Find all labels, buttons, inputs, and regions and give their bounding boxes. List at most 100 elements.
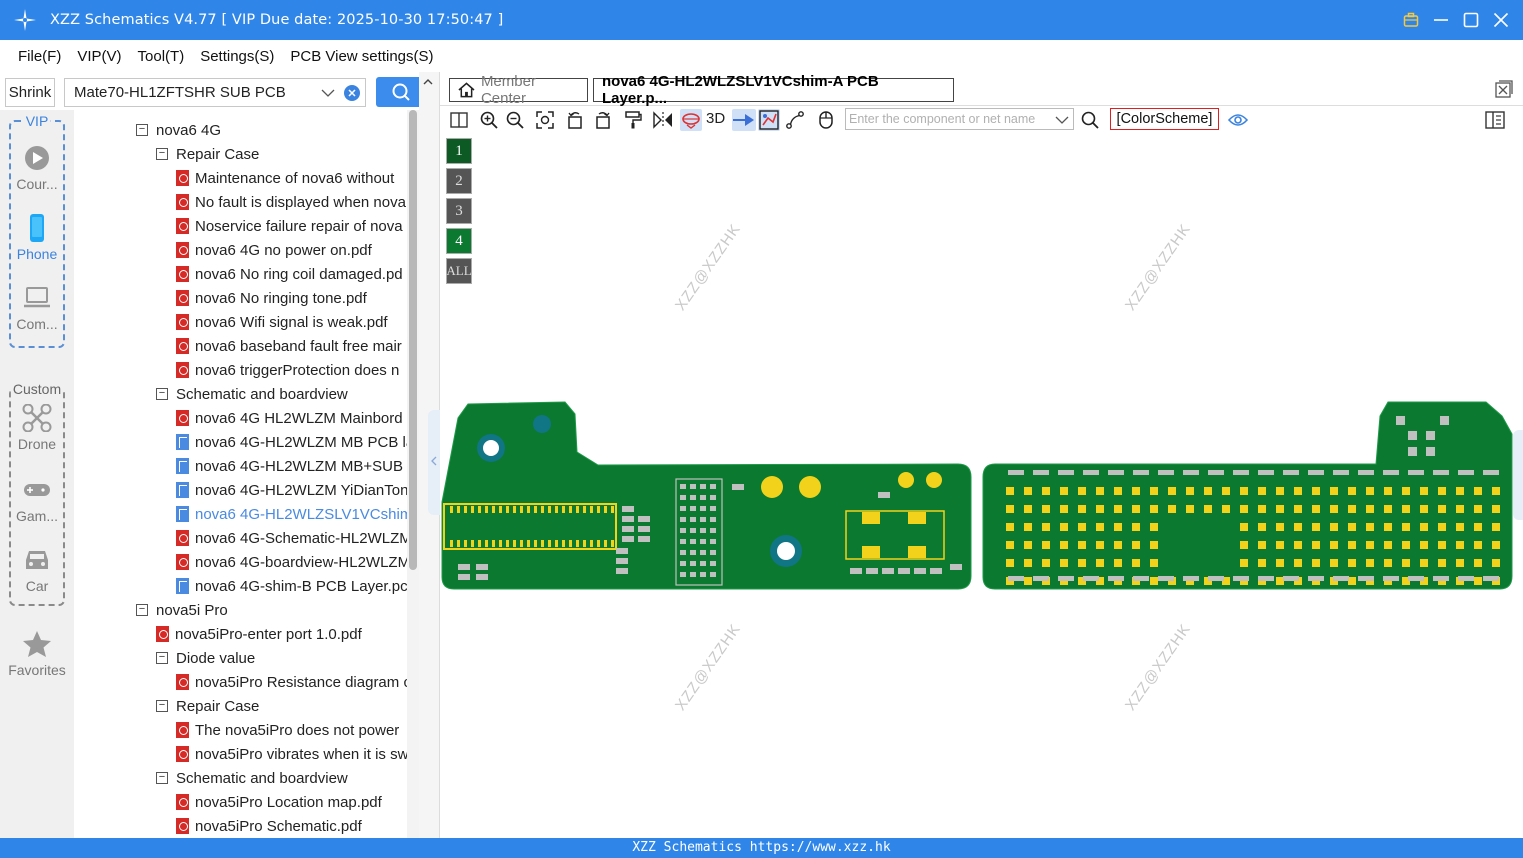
tree-file[interactable]: nova6 4G-HL2WLZM MB+SUB \ — [176, 454, 407, 478]
tree-file[interactable]: nova6 4G no power on.pdf — [176, 238, 372, 262]
connector-pin — [492, 506, 495, 513]
close-all-tabs-icon[interactable] — [1495, 80, 1513, 98]
chevron-up-icon[interactable] — [422, 76, 434, 88]
tree-scrollbar-thumb[interactable] — [409, 110, 417, 570]
tree-file[interactable]: nova5iPro-enter port 1.0.pdf — [156, 622, 362, 646]
tree-folder[interactable]: − nova5i Pro — [136, 598, 228, 622]
menu-pcb-view-settings[interactable]: PCB View settings(S) — [290, 48, 433, 65]
visibility-button[interactable] — [1227, 109, 1249, 131]
grid-pad — [1294, 541, 1302, 549]
side-panel-toggle-button[interactable] — [1484, 109, 1506, 131]
rail-item-phone[interactable]: Phone — [0, 214, 74, 262]
connector-pin — [597, 540, 600, 547]
tree-file[interactable]: nova6 No ringing tone.pdf — [176, 286, 367, 310]
clear-search-button[interactable] — [344, 85, 360, 101]
collapse-right-handle[interactable] — [1513, 430, 1523, 520]
net-search-input[interactable] — [849, 112, 1049, 126]
color-scheme-button[interactable]: [ColorScheme] — [1110, 108, 1219, 130]
tree-file[interactable]: nova5iPro Resistance diagram c — [176, 670, 407, 694]
ic-pin — [700, 528, 706, 533]
zoom-out-button[interactable] — [504, 109, 526, 131]
shrink-button[interactable]: Shrink — [5, 78, 55, 107]
maximize-button[interactable] — [1463, 12, 1479, 28]
pin-select-button[interactable] — [732, 109, 756, 131]
rotate-left-button[interactable] — [564, 109, 586, 131]
rail-item-computer[interactable]: Com... — [0, 284, 74, 332]
ic-pin — [710, 484, 716, 489]
tree-folder[interactable]: − Repair Case — [156, 142, 259, 166]
tree-folder[interactable]: − Schematic and boardview — [156, 766, 348, 790]
tree-folder[interactable]: − nova6 4G — [136, 118, 221, 142]
tree-label: nova6 4G-HL2WLZM MB+SUB \ — [195, 457, 407, 475]
format-painter-button[interactable] — [622, 109, 644, 131]
rail-item-game[interactable]: Gam... — [0, 476, 74, 524]
tab-pcb-file[interactable]: nova6 4G-HL2WLZSLV1VCshim-A PCB Layer.p.… — [593, 73, 954, 107]
tree-file[interactable]: nova6 triggerProtection does n — [176, 358, 399, 382]
flip-board-button[interactable] — [680, 109, 702, 131]
pcb-board-drawing[interactable] — [440, 134, 1523, 838]
tree-scrollbar[interactable] — [407, 110, 419, 838]
close-button[interactable] — [1493, 12, 1509, 28]
net-highlight-button[interactable] — [758, 109, 780, 131]
rail-item-drone[interactable]: Drone — [0, 404, 74, 452]
silk-mark — [1433, 470, 1449, 475]
silk-mark — [1396, 416, 1405, 425]
chevron-down-icon[interactable] — [321, 86, 335, 100]
fit-view-button[interactable] — [534, 109, 556, 131]
tree-file[interactable]: nova6 Wifi signal is weak.pdf — [176, 310, 388, 334]
model-search-input[interactable] — [74, 84, 314, 101]
tree-file[interactable]: nova6 baseband fault free mair — [176, 334, 402, 358]
menu-settings[interactable]: Settings(S) — [200, 48, 274, 65]
mouse-mode-button[interactable] — [815, 109, 837, 131]
grid-pad — [1420, 505, 1428, 513]
rail-item-car[interactable]: Car — [0, 546, 74, 594]
tree-file[interactable]: nova6 4G-HL2WLZM MB PCB la — [176, 430, 407, 454]
search-button[interactable] — [376, 77, 425, 107]
tree-file[interactable]: nova6 4G-boardview-HL2WLZM — [176, 550, 407, 574]
menu-vip[interactable]: VIP(V) — [77, 48, 121, 65]
collapse-left-handle[interactable] — [428, 410, 440, 515]
tree-file[interactable]: nova5iPro Schematic.pdf — [176, 814, 362, 838]
phone-icon — [30, 214, 44, 242]
tree-folder[interactable]: − Repair Case — [156, 694, 259, 718]
tree-file[interactable]: nova6 No ring coil damaged.pd — [176, 262, 403, 286]
rotate-right-button[interactable] — [592, 109, 614, 131]
menu-tool[interactable]: Tool(T) — [138, 48, 185, 65]
tab-member-center[interactable]: Member Center — [449, 73, 588, 107]
mirror-button[interactable] — [652, 109, 674, 131]
chevron-down-icon[interactable] — [1055, 113, 1069, 127]
tree-file[interactable]: nova6 4G-Schematic-HL2WLZM — [176, 526, 407, 550]
minimize-button[interactable] — [1433, 12, 1449, 28]
route-trace-button[interactable] — [784, 109, 806, 131]
rail-item-favorites[interactable]: Favorites — [0, 630, 74, 678]
tree-file[interactable]: nova5iPro vibrates when it is sw — [176, 742, 407, 766]
3d-view-button[interactable]: 3D — [706, 110, 725, 127]
grid-pad — [1222, 505, 1230, 513]
menu-file[interactable]: File(F) — [18, 48, 61, 65]
tree-file[interactable]: The nova5iPro does not power — [176, 718, 399, 742]
grid-pad — [1312, 541, 1320, 549]
silk-mark — [1333, 470, 1349, 475]
grid-pad — [1114, 559, 1122, 567]
tree-file[interactable]: nova6 4G-shim-B PCB Layer.pcb — [176, 574, 407, 598]
net-search-button[interactable] — [1079, 109, 1101, 131]
grid-pad — [1348, 577, 1356, 585]
silk-mark — [1258, 576, 1274, 581]
briefcase-icon[interactable] — [1403, 12, 1419, 28]
tree-file[interactable]: Maintenance of nova6 without — [176, 166, 394, 190]
split-view-button[interactable] — [448, 109, 470, 131]
passive-component — [638, 536, 650, 542]
ic-pin — [690, 550, 696, 555]
tree-file[interactable]: nova6 4G HL2WLZM Mainbord — [176, 406, 403, 430]
tree-file[interactable]: nova6 4G-HL2WLZM YiDianTon — [176, 478, 407, 502]
tree-file[interactable]: Noservice failure repair of nova — [176, 214, 403, 238]
pcb-canvas[interactable]: 1 2 3 4 ALL XZZ@XZZHK XZZ@XZZHK XZZ@XZZH… — [440, 134, 1523, 838]
grid-pad — [1258, 487, 1266, 495]
rail-item-course[interactable]: Cour... — [0, 144, 74, 192]
tree-file[interactable]: No fault is displayed when nova — [176, 190, 406, 214]
tree-folder[interactable]: − Diode value — [156, 646, 255, 670]
tree-file[interactable]: nova5iPro Location map.pdf — [176, 790, 382, 814]
tree-file[interactable]: nova6 4G-HL2WLZSLV1VCshim- — [176, 502, 407, 526]
zoom-in-button[interactable] — [478, 109, 500, 131]
tree-folder[interactable]: − Schematic and boardview — [156, 382, 348, 406]
